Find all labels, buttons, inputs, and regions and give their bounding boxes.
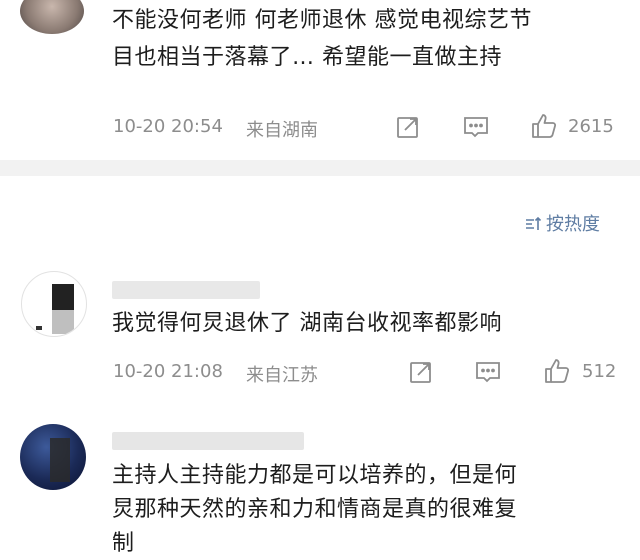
username-redacted[interactable]	[112, 432, 304, 450]
comment-text-line: 目也相当于落幕了… 希望能一直做主持	[112, 45, 502, 70]
comment-text-line: 我觉得何炅退休了 湖南台收视率都影响	[112, 311, 502, 336]
comment-text-line: 炅那种天然的亲和力和情商是真的很难复	[112, 497, 518, 522]
section-separator	[0, 160, 640, 176]
sort-by-popularity-button[interactable]: 按热度	[524, 210, 600, 238]
comment-text-line: 主持人主持能力都是可以培养的，但是何	[112, 463, 518, 488]
sort-label: 按热度	[546, 214, 600, 235]
comment-text-line: 制	[112, 531, 135, 556]
comment-text-line: 不能没何老师 何老师退休 感觉电视综艺节	[112, 8, 532, 33]
comment-icon[interactable]	[463, 115, 489, 139]
comment-timestamp: 10-20 21:08	[113, 361, 223, 382]
username-redacted[interactable]	[112, 281, 260, 299]
share-icon[interactable]	[409, 360, 433, 384]
comment-location: 来自湖南	[246, 120, 318, 141]
comment-timestamp: 10-20 20:54	[113, 116, 223, 137]
avatar[interactable]	[20, 424, 86, 490]
share-icon[interactable]	[396, 115, 420, 139]
comment-location: 来自江苏	[246, 365, 318, 386]
avatar[interactable]	[20, 0, 84, 34]
avatar[interactable]	[21, 271, 87, 337]
like-count: 512	[582, 361, 617, 382]
like-count: 2615	[568, 116, 614, 137]
comment-icon[interactable]	[475, 360, 501, 384]
sort-icon	[524, 215, 542, 238]
like-icon[interactable]	[543, 357, 571, 385]
like-icon[interactable]	[530, 112, 558, 140]
